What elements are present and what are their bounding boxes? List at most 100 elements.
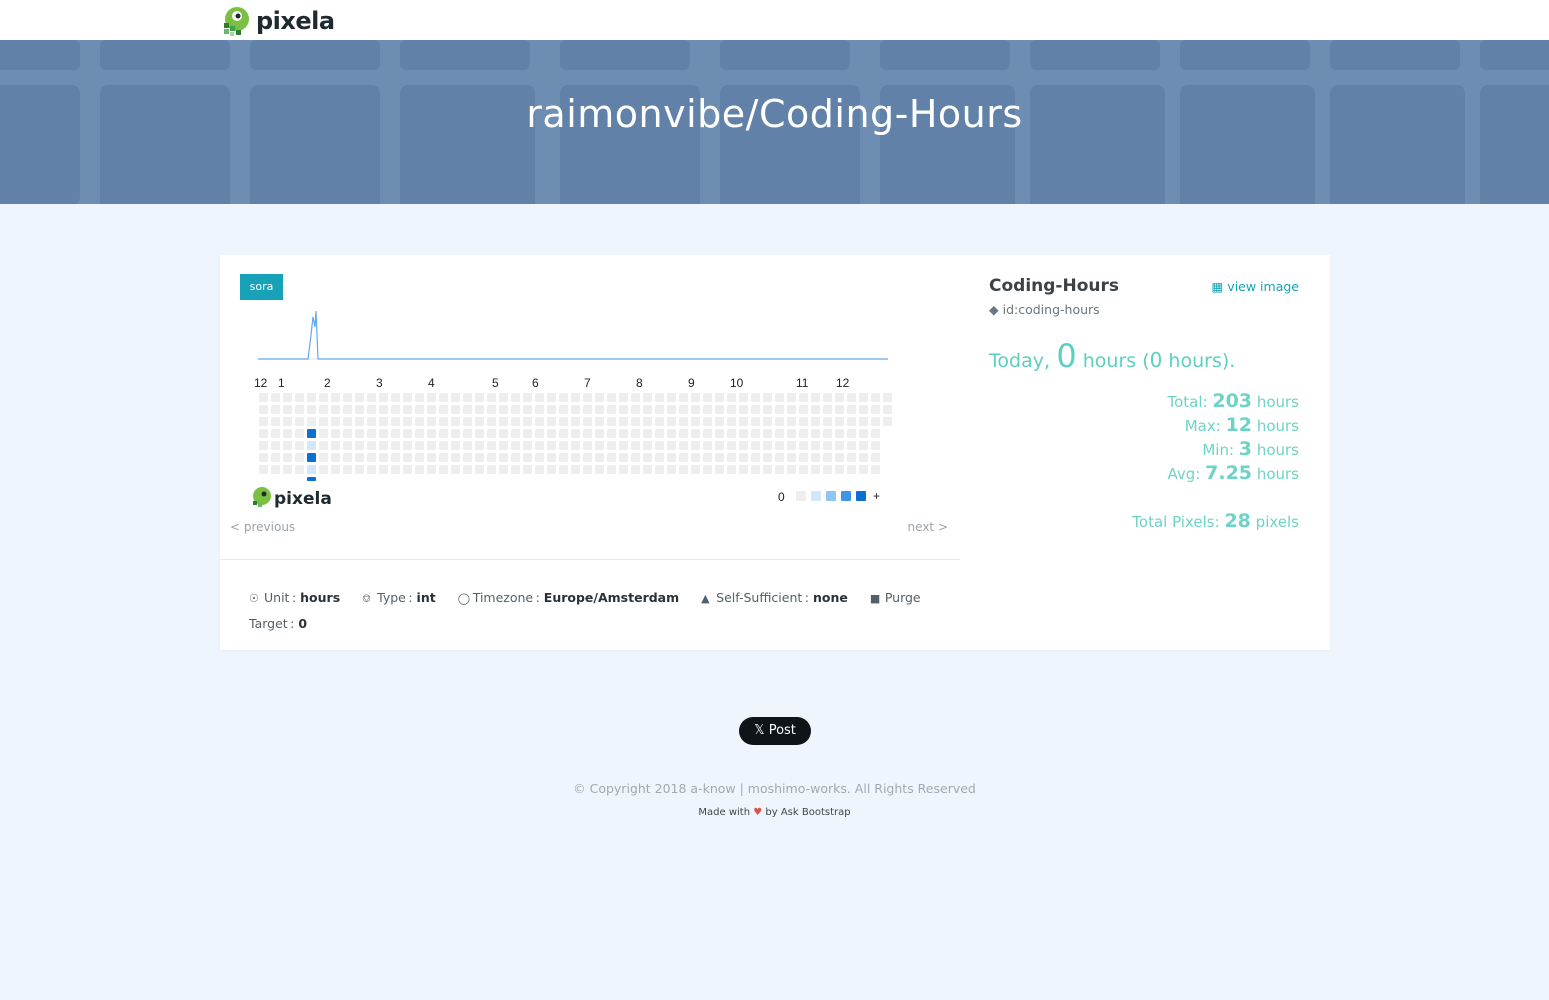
pixel-cell <box>583 429 592 438</box>
copyright: © Copyright 2018 a-know | moshimo-works.… <box>573 781 976 796</box>
pixel-cell <box>415 417 424 426</box>
pixel-cell <box>319 417 328 426</box>
pixel-cell <box>751 417 760 426</box>
pixel-cell <box>559 417 568 426</box>
pixel-cell <box>535 417 544 426</box>
pixel-cell <box>715 405 724 414</box>
stats-list: Total: 203 hours Max: 12 hours Min: 3 ho… <box>1132 389 1299 533</box>
self-sufficient-value: none <box>812 590 848 605</box>
purge-button[interactable]: ■ Purge <box>870 585 921 611</box>
next-link[interactable]: next > <box>908 520 948 534</box>
pixel-cell <box>271 465 280 474</box>
month-label: 5 <box>492 376 499 390</box>
pixel-cell <box>871 393 880 402</box>
pixel-cell <box>415 405 424 414</box>
pixel-cell <box>811 429 820 438</box>
pixel-cell <box>823 441 832 450</box>
pixel-cell <box>631 429 640 438</box>
pixel-cell <box>283 465 292 474</box>
pixel-cell <box>451 441 460 450</box>
graph-brand-name: pixela <box>274 489 332 509</box>
pixel-cell <box>523 393 532 402</box>
pixel-cell <box>787 465 796 474</box>
pixel-cell <box>259 429 268 438</box>
legend-swatch <box>811 491 821 501</box>
pixel-cell <box>511 441 520 450</box>
pixel-cell <box>631 453 640 462</box>
pixel-cell <box>655 393 664 402</box>
pixel-cell <box>787 417 796 426</box>
previous-link[interactable]: < previous <box>230 520 295 534</box>
pixel-cell <box>703 417 712 426</box>
pixel-cell <box>583 453 592 462</box>
pixel-cell <box>643 393 652 402</box>
pixel-cell <box>427 453 436 462</box>
pixel-cell <box>715 441 724 450</box>
pixel-cell <box>763 429 772 438</box>
pixel-cell <box>703 405 712 414</box>
unit-icon: ☉ <box>249 592 259 605</box>
stat-total-pixels: Total Pixels: 28 pixels <box>1132 510 1299 532</box>
pixela-logo[interactable]: pixela <box>220 5 335 36</box>
post-to-x-button[interactable]: 𝕏 Post <box>739 717 811 745</box>
pixel-cell <box>691 393 700 402</box>
pixel-cell <box>355 405 364 414</box>
pixel-cell <box>799 465 808 474</box>
pixel-cell <box>283 393 292 402</box>
bird-pixel <box>253 501 257 505</box>
legend-swatch <box>841 491 851 501</box>
pixel-cell <box>823 429 832 438</box>
pixel-cell <box>535 393 544 402</box>
pixel-cell <box>367 453 376 462</box>
credit-link[interactable]: by Ask Bootstrap <box>765 807 850 818</box>
pixel-cell <box>691 465 700 474</box>
view-image-link[interactable]: ▦ view image <box>1212 279 1300 294</box>
pixel-cell <box>511 417 520 426</box>
pixel-cell <box>547 465 556 474</box>
pixel-cell <box>463 393 472 402</box>
pixel-cell <box>631 465 640 474</box>
pixel-cell <box>787 405 796 414</box>
pixel-cell <box>739 393 748 402</box>
pixel-cell <box>811 405 820 414</box>
pixel-cell <box>775 465 784 474</box>
pixel-cell <box>619 429 628 438</box>
pixel-cell <box>475 465 484 474</box>
target-value: 0 <box>298 616 308 631</box>
pixel-cell <box>415 429 424 438</box>
pixel-cell <box>343 441 352 450</box>
pixel-cell <box>883 405 892 414</box>
pixel-cell <box>451 465 460 474</box>
pixel-cell <box>403 453 412 462</box>
month-label: 12 <box>254 376 268 390</box>
stat-max: Max: 12 hours <box>1184 414 1299 436</box>
pixel-cell <box>679 405 688 414</box>
pixel-cell <box>835 453 844 462</box>
pixel-cell <box>547 429 556 438</box>
pixel-cell <box>379 441 388 450</box>
pixel-cell <box>535 453 544 462</box>
heart-icon: ♥ <box>753 807 763 818</box>
pixel-cell <box>775 417 784 426</box>
pixel-cell <box>799 441 808 450</box>
pixel-cell <box>667 393 676 402</box>
pixel-cell <box>595 429 604 438</box>
pixel-cell <box>271 453 280 462</box>
pixel-cell <box>511 405 520 414</box>
pixel-cell <box>499 453 508 462</box>
pixel-cell <box>871 405 880 414</box>
pixel-cell <box>379 393 388 402</box>
pixel-cell <box>799 405 808 414</box>
pixel-cell <box>523 465 532 474</box>
pixel-cell <box>643 429 652 438</box>
pixel-cell <box>463 465 472 474</box>
legend-max-label: + <box>873 489 880 503</box>
hero-banner: raimonvibe/Coding-Hours <box>0 40 1549 204</box>
pixel-cell <box>415 465 424 474</box>
pixel-cell <box>763 465 772 474</box>
pixel-cell <box>739 405 748 414</box>
pixel-cell <box>535 465 544 474</box>
pixel-cell <box>331 465 340 474</box>
made-with-credit: Made with ♥ by Ask Bootstrap <box>698 807 851 818</box>
pixel-cell <box>619 417 628 426</box>
